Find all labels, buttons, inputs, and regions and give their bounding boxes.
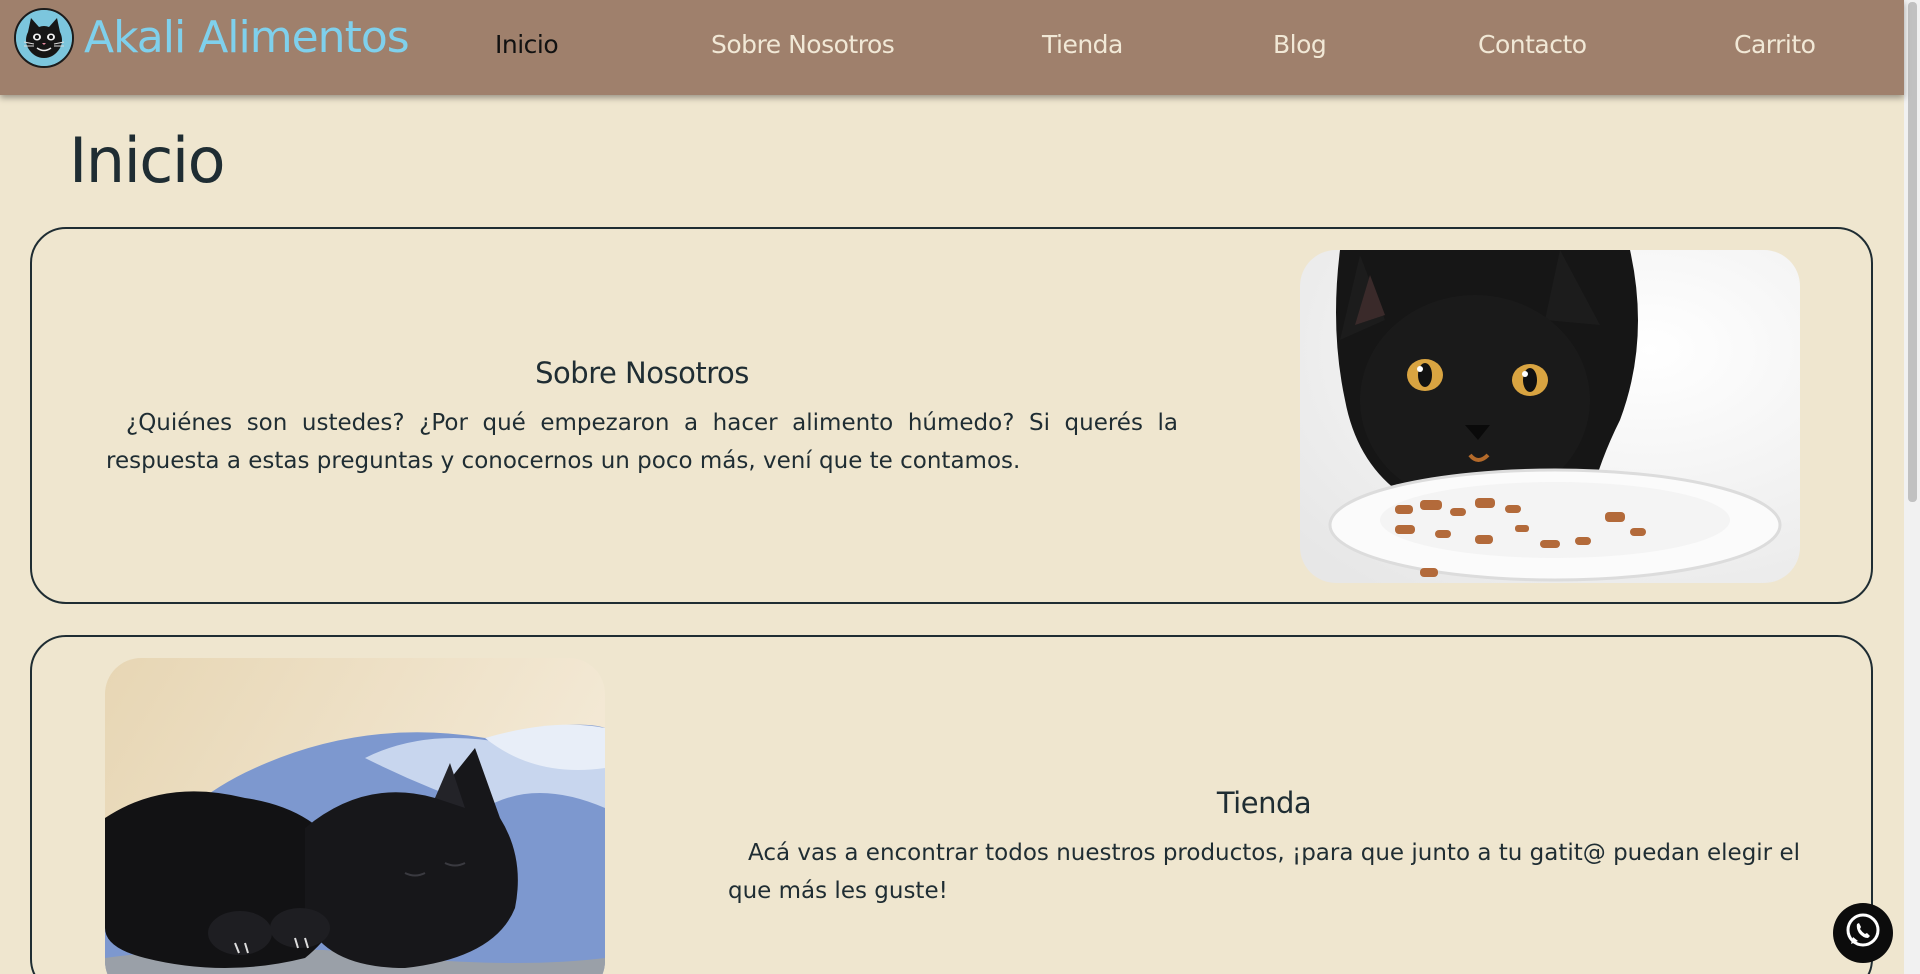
black-cat-eating-photo xyxy=(1300,250,1800,583)
section-title: Sobre Nosotros xyxy=(535,356,749,390)
black-cats-sleeping-photo xyxy=(105,658,605,974)
section-sobre-nosotros[interactable]: Sobre Nosotros ¿Quiénes son ustedes? ¿Po… xyxy=(30,227,1873,604)
page-title: Inicio xyxy=(69,124,226,197)
vertical-scrollbar[interactable] xyxy=(1904,0,1920,974)
cat-face-icon xyxy=(14,8,74,68)
section-text: Acá vas a encontrar todos nuestros produ… xyxy=(728,840,1800,904)
nav-item-inicio[interactable]: Inicio xyxy=(495,30,559,59)
scrollbar-thumb[interactable] xyxy=(1908,2,1917,502)
nav-item-blog[interactable]: Blog xyxy=(1273,30,1327,59)
section-text: ¿Quiénes son ustedes? ¿Por qué empezaron… xyxy=(106,410,1178,474)
brand-link[interactable]: Akali Alimentos xyxy=(14,8,410,68)
nav-item-contacto[interactable]: Contacto xyxy=(1478,30,1587,59)
nav-item-tienda[interactable]: Tienda xyxy=(1042,30,1123,59)
nav-item-sobre-nosotros[interactable]: Sobre Nosotros xyxy=(711,30,895,59)
section-title: Tienda xyxy=(1216,786,1312,820)
brand-name: Akali Alimentos xyxy=(84,12,410,63)
whatsapp-icon xyxy=(1843,911,1883,955)
nav-item-carrito[interactable]: Carrito xyxy=(1734,30,1816,59)
section-tienda[interactable]: Tienda Acá vas a encontrar todos nuestro… xyxy=(30,635,1873,974)
site-header: Akali Alimentos Inicio Sobre Nosotros Ti… xyxy=(0,0,1904,95)
whatsapp-button[interactable] xyxy=(1833,903,1893,963)
